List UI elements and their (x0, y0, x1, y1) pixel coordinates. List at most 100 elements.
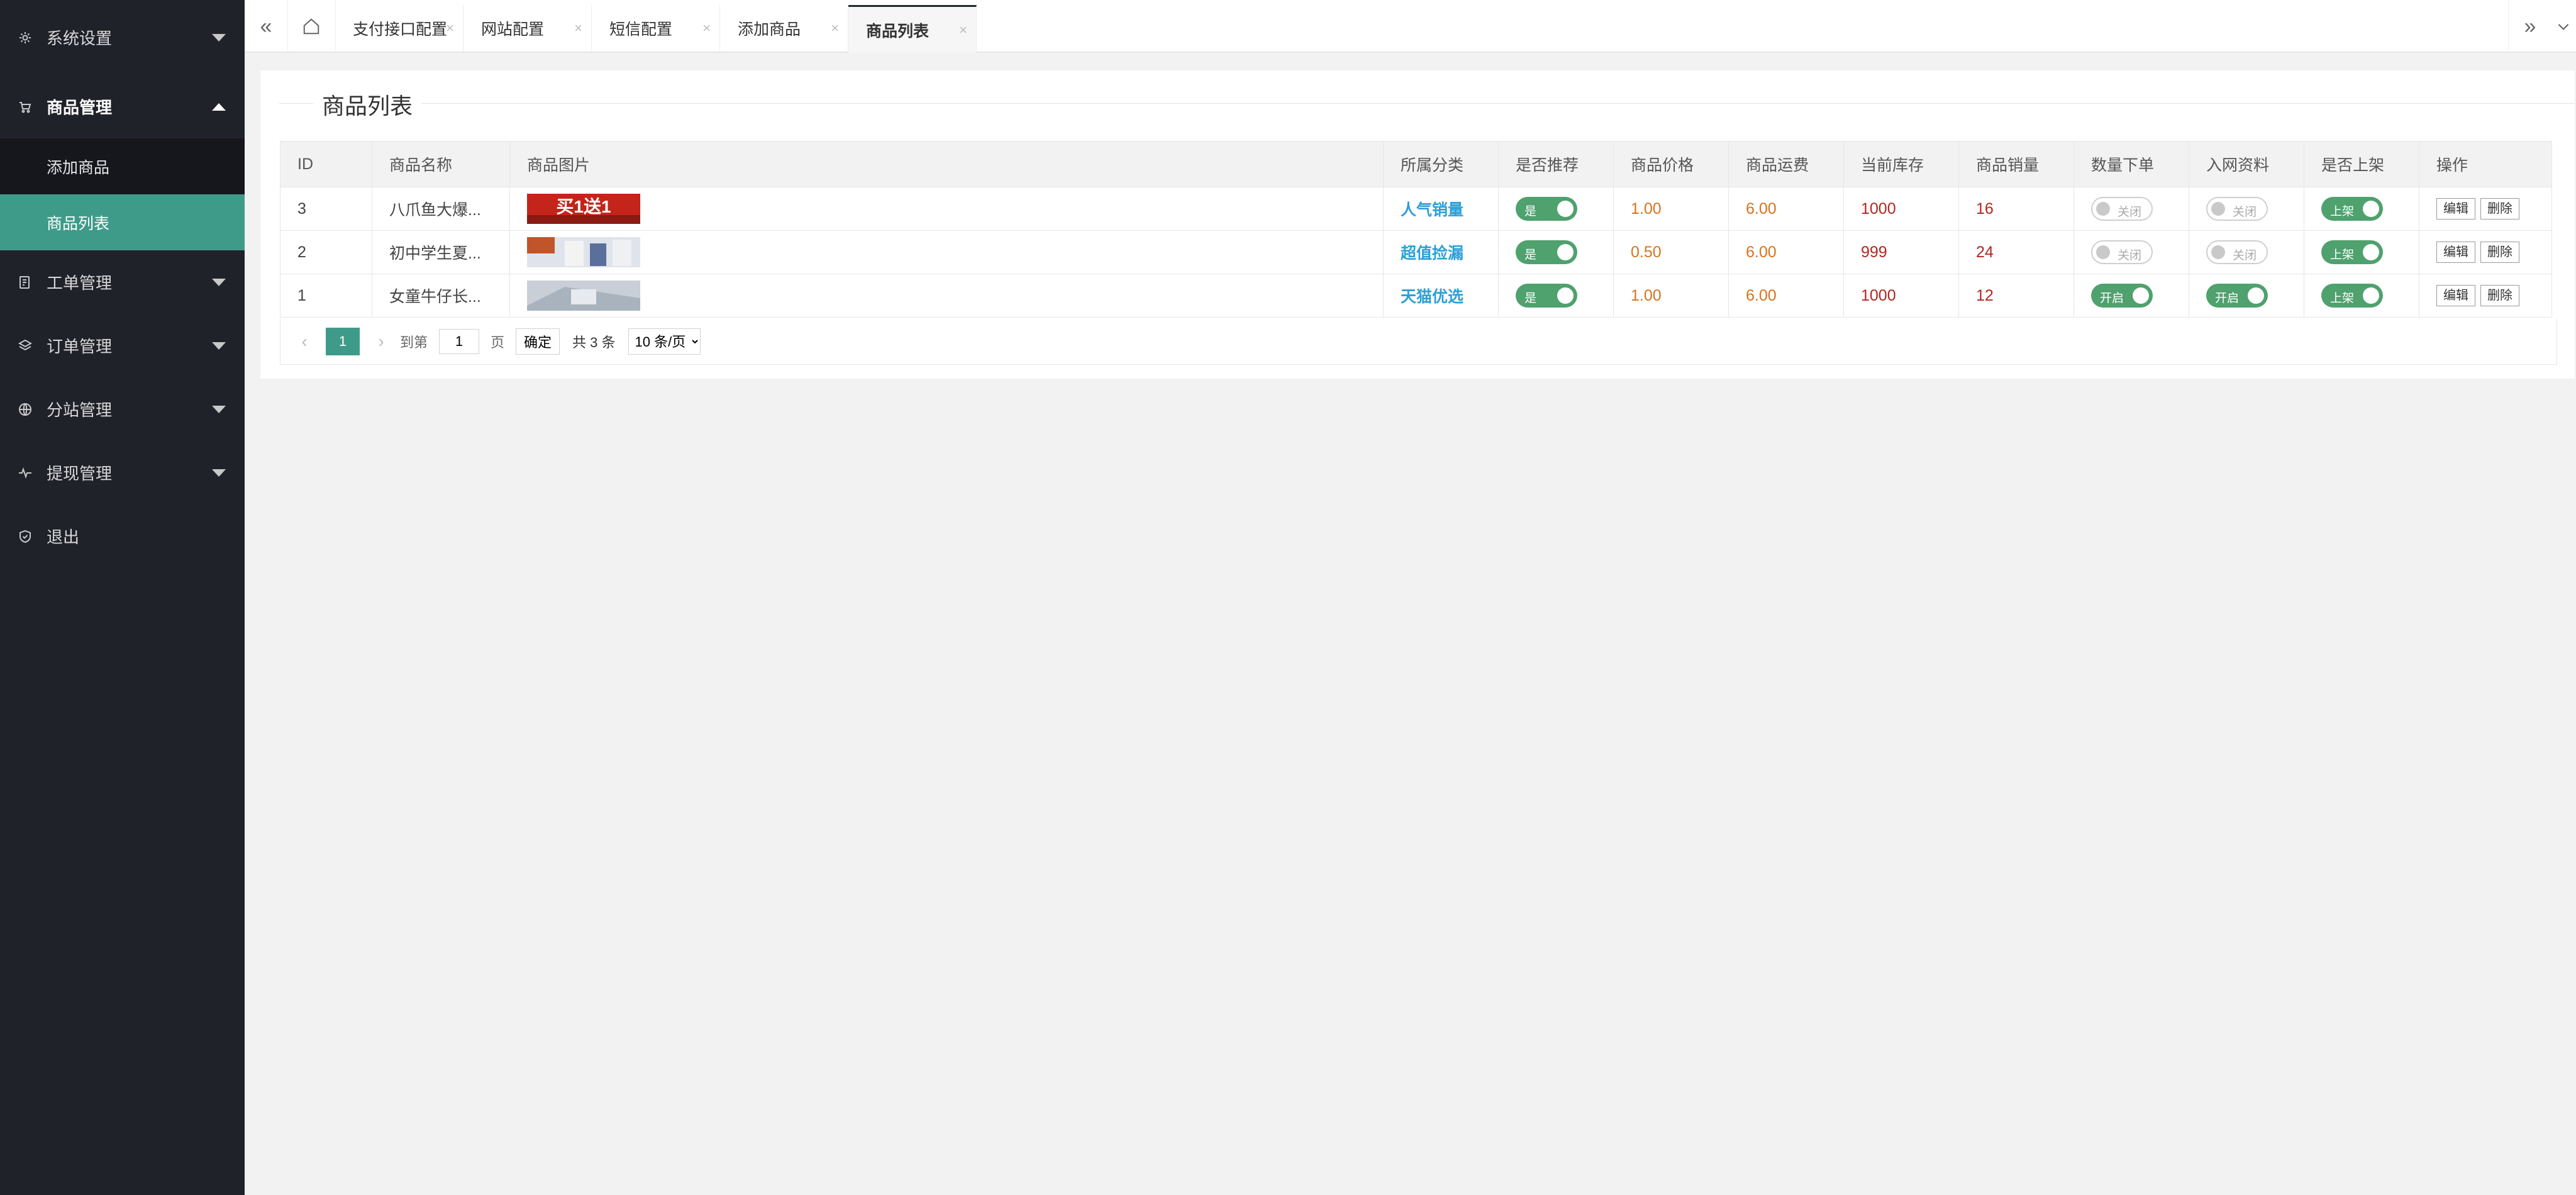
page-jump-input[interactable] (439, 329, 480, 354)
close-icon[interactable]: × (446, 20, 454, 36)
prev-page-button[interactable]: ‹ (294, 331, 314, 352)
tab-payment-config[interactable]: 支付接口配置 × (335, 5, 464, 52)
column-header: 商品名称 (372, 141, 510, 187)
shipping-value: 6.00 (1746, 286, 1777, 304)
page-number-current[interactable]: 1 (326, 328, 360, 355)
cell-stock: 999 (1843, 230, 1959, 274)
sidebar-subitem-add-product[interactable]: 添加商品 (0, 138, 245, 194)
tab-label: 网站配置 (481, 21, 545, 38)
tab-label: 支付接口配置 (353, 21, 448, 38)
net-info-toggle[interactable]: 关闭 (2206, 240, 2268, 264)
net-info-toggle[interactable]: 关闭 (2206, 197, 2268, 221)
delete-button[interactable]: 删除 (2480, 285, 2519, 306)
cell-shipping: 6.00 (1728, 274, 1844, 318)
category-link[interactable]: 超值捡漏 (1401, 245, 1463, 262)
home-tab[interactable] (287, 0, 336, 53)
cell-listed: 上架 (2304, 274, 2419, 318)
table-row: 3 八爪鱼大爆... 买1送1 人气销量 是 1.00 6.00 1000 16 (280, 187, 2552, 231)
product-table: ID 商品名称 商品图片 所属分类 是否推荐 商品价格 商品运费 当前库存 商品… (280, 141, 2552, 318)
product-thumbnail[interactable] (527, 281, 640, 311)
tab-website-config[interactable]: 网站配置 × (464, 5, 592, 52)
listed-toggle[interactable]: 上架 (2321, 197, 2383, 221)
cell-sales: 24 (1958, 230, 2074, 274)
tabs-scroll-right-button[interactable]: » (2508, 0, 2551, 53)
sales-value: 12 (1976, 286, 1994, 304)
edit-button[interactable]: 编辑 (2436, 242, 2475, 263)
page-size-select[interactable]: 10 条/页 (628, 328, 701, 355)
sidebar-item-product-management[interactable]: 商品管理 (0, 75, 245, 138)
sidebar-item-label: 工单管理 (47, 274, 113, 292)
sidebar-item-order-management[interactable]: 订单管理 (0, 314, 245, 377)
cell-shipping: 6.00 (1728, 187, 1844, 231)
cell-stock: 1000 (1843, 187, 1959, 231)
edit-button[interactable]: 编辑 (2436, 198, 2475, 220)
qty-order-toggle[interactable]: 开启 (2091, 284, 2153, 308)
qty-order-toggle[interactable]: 关闭 (2091, 197, 2153, 221)
cell-id: 2 (280, 230, 372, 274)
table-row: 2 初中学生夏... 超值捡漏 是 0.50 6.00 999 24 关闭 关闭… (280, 230, 2552, 274)
delete-button[interactable]: 删除 (2480, 198, 2519, 220)
sidebar-item-ticket-management[interactable]: 工单管理 (0, 250, 245, 314)
toggle-knob (2211, 245, 2225, 259)
listed-toggle[interactable]: 上架 (2321, 240, 2383, 264)
product-thumbnail[interactable] (527, 237, 640, 267)
price-value: 1.00 (1631, 199, 1662, 218)
listed-toggle[interactable]: 上架 (2321, 284, 2383, 308)
page-title: 商品列表 (313, 88, 422, 121)
confirm-jump-button[interactable]: 确定 (516, 328, 560, 355)
tab-product-list[interactable]: 商品列表 × (848, 5, 977, 53)
cell-qty-order: 开启 (2074, 274, 2189, 318)
sales-value: 24 (1976, 243, 1994, 261)
cell-net-info: 关闭 (2189, 230, 2304, 274)
sidebar-subitem-product-list[interactable]: 商品列表 (0, 194, 245, 250)
sidebar-item-withdraw-management[interactable]: 提现管理 (0, 441, 245, 504)
toggle-label: 是 (1524, 205, 1537, 218)
tab-add-product[interactable]: 添加商品 × (720, 5, 848, 52)
double-chevron-left-icon: « (260, 14, 272, 38)
tabs-menu-button[interactable] (2551, 0, 2576, 53)
tab-label: 商品列表 (866, 22, 930, 40)
gear-icon (16, 29, 34, 47)
delete-button[interactable]: 删除 (2480, 242, 2519, 263)
next-page-button[interactable]: › (371, 331, 391, 352)
cell-name: 初中学生夏... (372, 230, 510, 274)
price-value: 1.00 (1631, 286, 1662, 304)
category-link[interactable]: 人气销量 (1401, 201, 1463, 219)
toggle-knob (2363, 287, 2379, 304)
sidebar-item-label: 订单管理 (47, 337, 113, 356)
price-value: 0.50 (1631, 243, 1662, 261)
recommend-toggle[interactable]: 是 (1516, 240, 1577, 264)
sidebar-item-logout[interactable]: 退出 (0, 504, 245, 568)
cell-qty-order: 关闭 (2074, 230, 2189, 274)
column-header: 入网资料 (2189, 141, 2304, 187)
close-icon[interactable]: × (574, 20, 582, 36)
toggle-knob (2248, 287, 2264, 304)
sidebar-item-branch-management[interactable]: 分站管理 (0, 377, 245, 441)
stock-value: 999 (1861, 243, 1887, 261)
category-link[interactable]: 天猫优选 (1401, 288, 1463, 306)
close-icon[interactable]: × (702, 20, 711, 36)
net-info-toggle[interactable]: 开启 (2206, 284, 2268, 308)
sidebar-item-label: 提现管理 (47, 464, 113, 483)
qty-order-toggle[interactable]: 关闭 (2091, 240, 2153, 264)
chevron-down-icon (2558, 23, 2569, 30)
cell-price: 1.00 (1613, 187, 1729, 231)
close-icon[interactable]: × (831, 20, 839, 36)
cell-name: 女童牛仔长... (372, 274, 510, 318)
edit-button[interactable]: 编辑 (2436, 285, 2475, 306)
tab-sms-config[interactable]: 短信配置 × (592, 5, 720, 52)
toggle-knob (2211, 202, 2225, 216)
toggle-label: 关闭 (2118, 206, 2142, 219)
recommend-toggle[interactable]: 是 (1516, 284, 1577, 308)
chevron-down-icon (212, 33, 226, 42)
pagination: ‹ 1 › 到第 页 确定 共 3 条 10 条/页 (280, 319, 2557, 365)
close-icon[interactable]: × (959, 22, 967, 38)
toggle-knob (1557, 201, 1574, 217)
product-thumbnail[interactable]: 买1送1 (527, 194, 640, 224)
chevron-down-icon (212, 469, 226, 477)
sidebar-item-label: 分站管理 (47, 401, 113, 420)
recommend-toggle[interactable]: 是 (1516, 197, 1577, 221)
goto-label: 到第 (400, 335, 428, 350)
tabs-scroll-left-button[interactable]: « (245, 0, 288, 53)
sidebar-item-system-settings[interactable]: 系统设置 (0, 0, 245, 75)
